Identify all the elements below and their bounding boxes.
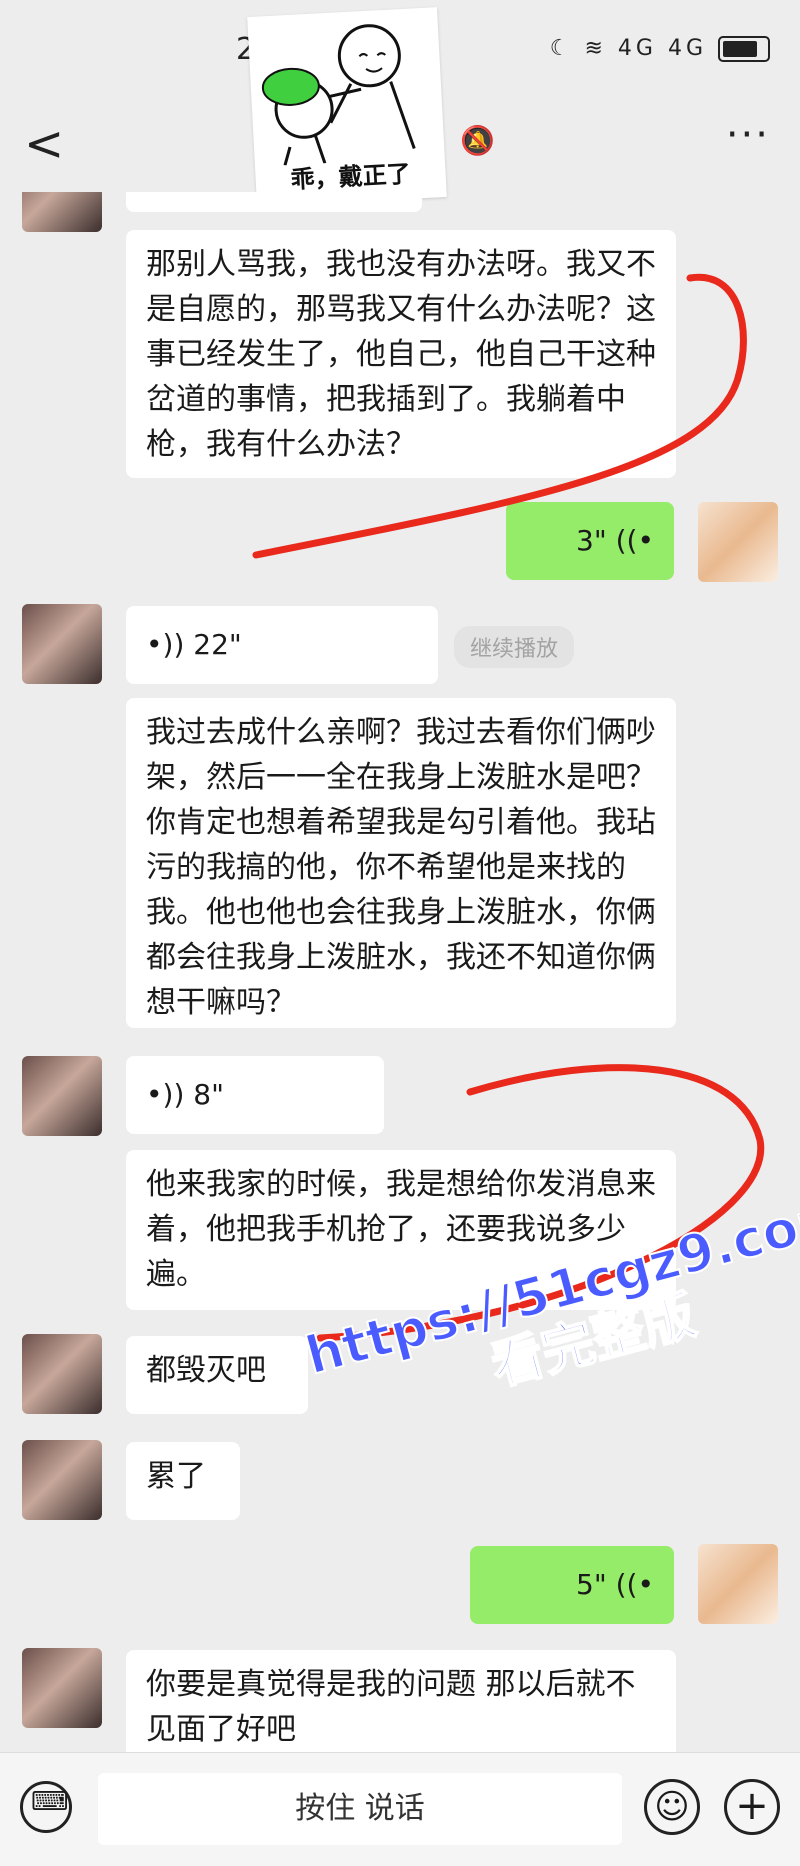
contact-voice-bubble[interactable]: •)) 8" [126,1056,384,1134]
contact-avatar[interactable] [22,1334,102,1414]
input-bar: 按住 说话 ☺ + [0,1752,800,1866]
message-bubble[interactable]: 累了 [126,1442,240,1520]
sticker-image: 乖，戴正了 [247,7,447,207]
voice-wave-icon: ((• [615,1568,654,1601]
more-button[interactable]: ··· [726,112,770,158]
status-icons: ☾ ≋ 4G 4G [550,36,770,62]
back-button[interactable]: < [24,116,64,172]
self-avatar[interactable] [698,502,778,582]
contact-voice-bubble[interactable]: •)) 22" [126,606,438,684]
contact-avatar[interactable] [22,1440,102,1520]
voice-wave-icon: •)) [146,628,194,661]
keyboard-toggle-button[interactable] [20,1781,72,1833]
message-bubble[interactable]: 你要是真觉得是我的问题 那以后就不见面了好吧 [126,1650,676,1752]
message-bubble[interactable]: 那别人骂我，我也没有办法呀。我又不是自愿的，那骂我又有什么办法呢？这事已经发生了… [126,230,676,478]
wifi-icon: ≋ [584,36,607,61]
emoji-button[interactable]: ☺ [644,1779,700,1835]
sticker-drawing [261,24,416,166]
battery-icon [718,36,770,62]
contact-avatar[interactable] [22,1056,102,1136]
message-bubble[interactable]: 都毁灭吧 [126,1336,308,1414]
voice-duration: 3" [576,524,607,557]
plus-button[interactable]: + [724,1779,780,1835]
message-bubble[interactable]: 我过去成什么亲啊？我过去看你们俩吵架，然后一一全在我身上泼脏水是吧？你肯定也想着… [126,698,676,1028]
mute-bell-icon: 🔕 [460,124,495,157]
message-bubble-partial [126,192,422,212]
hold-to-talk-button[interactable]: 按住 说话 [98,1773,622,1845]
contact-avatar[interactable] [22,192,102,232]
voice-wave-icon: •)) [146,1078,194,1111]
self-voice-bubble[interactable]: 5" ((• [470,1546,674,1624]
signal-label: 4G 4G [617,36,707,61]
voice-duration: 5" [576,1568,607,1601]
self-avatar[interactable] [698,1544,778,1624]
moon-icon: ☾ [549,36,574,61]
message-list[interactable]: 那别人骂我，我也没有办法呀。我又不是自愿的，那骂我又有什么办法呢？这事已经发生了… [0,192,800,1752]
voice-duration: 8" [193,1078,224,1111]
contact-avatar[interactable] [22,604,102,684]
voice-duration: 22" [193,628,242,661]
voice-wave-icon: ((• [615,524,654,557]
resume-playback-button[interactable]: 继续播放 [454,626,575,668]
self-voice-bubble[interactable]: 3" ((• [506,502,674,580]
contact-avatar[interactable] [22,1648,102,1728]
